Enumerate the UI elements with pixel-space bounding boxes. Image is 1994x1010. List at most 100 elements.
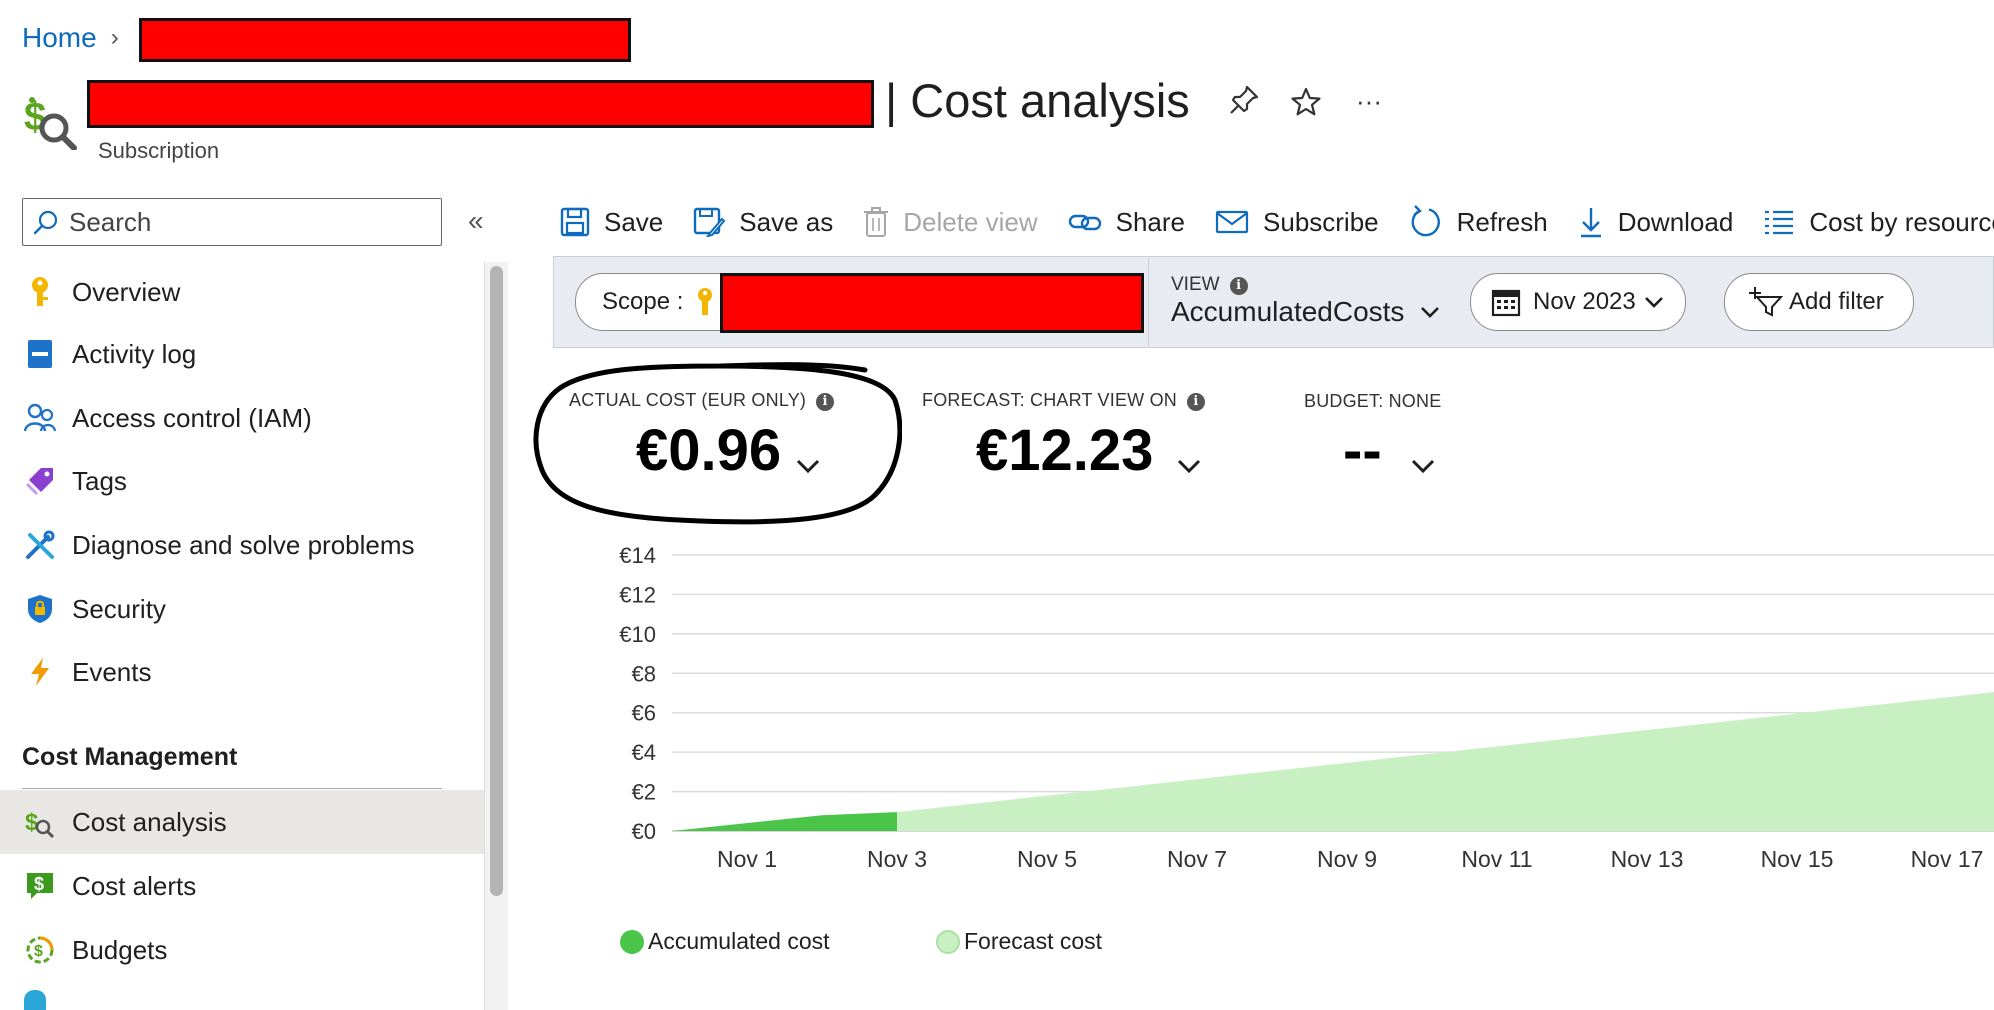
sidebar-section-title: Cost Management bbox=[22, 743, 238, 771]
sidebar-item-overview[interactable]: Overview bbox=[0, 261, 484, 323]
svg-text:$: $ bbox=[34, 874, 44, 894]
x-tick-label: Nov 15 bbox=[1761, 846, 1834, 872]
refresh-icon bbox=[1409, 205, 1443, 239]
info-icon[interactable]: i bbox=[816, 393, 835, 411]
actual-cost-label: ACTUAL COST (EUR ONLY) i bbox=[569, 390, 835, 411]
subscribe-button[interactable]: Subscribe bbox=[1215, 207, 1379, 238]
y-tick-label: €0 bbox=[632, 819, 656, 844]
x-tick-label: Nov 5 bbox=[1017, 846, 1077, 872]
share-button[interactable]: Share bbox=[1068, 207, 1185, 238]
save-as-label: Save as bbox=[739, 206, 834, 237]
sidebar-scrollbar-thumb[interactable] bbox=[490, 266, 503, 896]
sidebar-item-label: Cost analysis bbox=[72, 806, 227, 837]
actual-cost-value: €0.96 bbox=[636, 418, 782, 483]
shield-icon bbox=[22, 591, 58, 627]
info-icon[interactable]: i bbox=[1186, 393, 1205, 411]
sidebar-item-access-control[interactable]: Access control (IAM) bbox=[0, 387, 484, 449]
x-tick-label: Nov 11 bbox=[1461, 846, 1532, 872]
forecast-value: €12.23 bbox=[976, 418, 1154, 483]
subscribe-label: Subscribe bbox=[1263, 206, 1379, 237]
sidebar-item-security[interactable]: Security bbox=[0, 578, 484, 640]
sidebar-item-activity-log[interactable]: Activity log bbox=[0, 323, 484, 385]
x-tick-label: Nov 17 bbox=[1911, 846, 1984, 872]
info-icon[interactable]: i bbox=[1229, 277, 1248, 295]
legend-forecast-cost[interactable]: Forecast cost bbox=[936, 928, 1102, 955]
link-icon bbox=[1068, 210, 1102, 234]
list-icon bbox=[1763, 208, 1795, 236]
sidebar-item-cost-alerts[interactable]: $ Cost alerts bbox=[0, 855, 484, 917]
download-label: Download bbox=[1617, 206, 1734, 237]
sidebar-item-label: Activity log bbox=[72, 338, 197, 369]
people-icon bbox=[22, 400, 58, 436]
save-button[interactable]: Save bbox=[560, 207, 663, 238]
redacted-subscription-name bbox=[87, 80, 874, 128]
sidebar-item-partial-icon bbox=[24, 990, 46, 1010]
sidebar-item-events[interactable]: Events bbox=[0, 641, 484, 703]
section-divider bbox=[22, 788, 442, 789]
breadcrumb-home-link[interactable]: Home bbox=[22, 22, 97, 54]
cost-chart: €0 €2 €4 €6 €8 €10 €12 €14 Nov 1 Nov 3 Nov 5 Nov 7 N… bbox=[619, 543, 1994, 872]
chevron-down-icon bbox=[1644, 295, 1664, 309]
page-title: | Cost analysis bbox=[885, 74, 1190, 127]
save-icon bbox=[560, 207, 590, 237]
book-icon bbox=[22, 336, 58, 372]
download-button[interactable]: Download bbox=[1578, 206, 1734, 238]
more-options-icon[interactable]: ··· bbox=[1356, 86, 1382, 117]
sidebar-item-label: Overview bbox=[72, 276, 181, 307]
sidebar-item-label: Events bbox=[72, 656, 152, 687]
tools-icon bbox=[22, 527, 58, 563]
y-tick-label: €10 bbox=[619, 622, 656, 647]
save-as-button[interactable]: Save as bbox=[693, 207, 833, 238]
date-range-value: Nov 2023 bbox=[1533, 288, 1636, 315]
mail-icon bbox=[1215, 210, 1249, 234]
cost-by-resource-label: Cost by resource bbox=[1809, 206, 1994, 237]
date-range-pill[interactable]: Nov 2023 bbox=[1470, 273, 1686, 331]
sidebar-cost-management: $ Cost analysis $ Cost alerts $ Budgets bbox=[0, 790, 484, 1010]
legend-forecast-label: Forecast cost bbox=[964, 928, 1103, 954]
refresh-button[interactable]: Refresh bbox=[1409, 205, 1548, 239]
chevron-right-icon: › bbox=[110, 24, 119, 51]
calendar-icon bbox=[1491, 287, 1521, 317]
y-tick-label: €2 bbox=[632, 780, 656, 805]
x-tick-label: Nov 9 bbox=[1317, 846, 1377, 872]
legend-accumulated-cost[interactable]: Accumulated cost bbox=[620, 928, 830, 955]
legend-accumulated-label: Accumulated cost bbox=[648, 928, 830, 954]
view-label: VIEW i bbox=[1171, 274, 1248, 296]
collapse-sidebar-icon[interactable]: « bbox=[468, 205, 484, 237]
share-label: Share bbox=[1115, 206, 1186, 237]
page-subtitle: Subscription bbox=[98, 138, 220, 163]
search-input[interactable]: Search bbox=[22, 198, 442, 246]
delete-view-label: Delete view bbox=[903, 206, 1038, 237]
x-tick-label: Nov 3 bbox=[867, 846, 927, 872]
sidebar-item-cost-analysis[interactable]: $ Cost analysis bbox=[0, 790, 484, 854]
filter-divider bbox=[1148, 258, 1149, 346]
scope-label: Scope : bbox=[602, 288, 684, 315]
view-label-text: VIEW bbox=[1171, 274, 1220, 295]
view-selector[interactable]: AccumulatedCosts bbox=[1171, 296, 1440, 328]
chevron-down-icon[interactable] bbox=[795, 458, 821, 479]
tag-icon bbox=[22, 463, 58, 499]
x-tick-label: Nov 1 bbox=[717, 846, 777, 872]
chevron-down-icon[interactable] bbox=[1176, 458, 1202, 479]
y-tick-label: €4 bbox=[632, 740, 656, 765]
sidebar-item-label: Diagnose and solve problems bbox=[72, 529, 415, 560]
cost-by-resource-button[interactable]: Cost by resource bbox=[1763, 207, 1994, 238]
sidebar-item-diagnose[interactable]: Diagnose and solve problems bbox=[0, 514, 484, 576]
y-tick-label: €6 bbox=[632, 701, 656, 726]
save-as-icon bbox=[693, 207, 726, 237]
star-icon[interactable] bbox=[1290, 86, 1322, 126]
add-filter-label: Add filter bbox=[1789, 288, 1884, 315]
sidebar-item-label: Security bbox=[72, 593, 166, 624]
add-filter-button[interactable]: Add filter bbox=[1724, 273, 1914, 331]
sidebar-item-budgets[interactable]: $ Budgets bbox=[0, 919, 484, 981]
lightning-icon bbox=[22, 654, 58, 690]
redacted-scope-value bbox=[720, 273, 1144, 333]
sidebar-item-tags[interactable]: Tags bbox=[0, 450, 484, 512]
delete-view-button[interactable]: Delete view bbox=[863, 206, 1038, 238]
budget-value: -- bbox=[1343, 418, 1382, 483]
pin-icon[interactable] bbox=[1228, 84, 1260, 124]
trash-icon bbox=[863, 206, 889, 238]
command-toolbar: Save Save as Delete view Share Subscribe… bbox=[560, 196, 1994, 248]
chevron-down-icon[interactable] bbox=[1410, 458, 1436, 479]
key-icon bbox=[22, 274, 58, 310]
